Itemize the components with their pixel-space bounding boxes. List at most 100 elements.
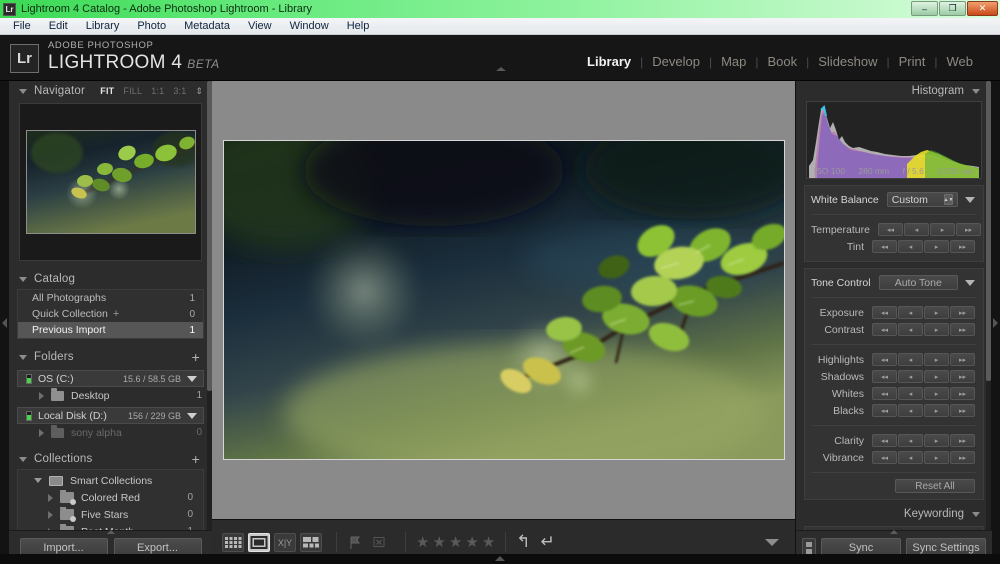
catalog-item-previous-import[interactable]: Previous Import 1 (18, 322, 203, 338)
menu-edit[interactable]: Edit (40, 19, 77, 33)
white-balance-spinner-icon[interactable]: ▲▼ (944, 194, 953, 205)
folders-header[interactable]: Folders + (9, 347, 212, 367)
whites-left-button[interactable]: ◂ (898, 387, 923, 400)
right-panel-footer-handle-icon[interactable] (889, 530, 899, 535)
shadows-left-button[interactable]: ◂ (898, 370, 923, 383)
module-library[interactable]: Library (578, 54, 640, 69)
highlights-far-left-button[interactable]: ◂◂ (872, 353, 897, 366)
module-web[interactable]: Web (938, 54, 983, 69)
disclosure-triangle-icon[interactable] (19, 88, 27, 94)
rotate-right-icon[interactable]: ↵ (541, 532, 555, 552)
right-panel-collapse-arrow-icon[interactable] (991, 81, 1000, 564)
histogram-header[interactable]: Histogram (796, 81, 992, 101)
quick-collection-plus-icon[interactable]: + (113, 308, 119, 320)
contrast-left-button[interactable]: ◂ (898, 323, 923, 336)
navigator-header[interactable]: Navigator FIT FILL 1:1 3:1 ⇕ (9, 81, 212, 101)
drive-chevron-down-icon[interactable] (187, 412, 197, 419)
blacks-right-button[interactable]: ▸ (924, 404, 949, 417)
exposure-right-button[interactable]: ▸ (924, 306, 949, 319)
menu-view[interactable]: View (239, 19, 281, 33)
shadows-right-button[interactable]: ▸ (924, 370, 949, 383)
collection-item-colored-red[interactable]: Colored Red 0 (18, 489, 203, 506)
highlights-far-right-button[interactable]: ▸▸ (950, 353, 975, 366)
contrast-right-button[interactable]: ▸ (924, 323, 949, 336)
star-4[interactable]: ★ (465, 533, 478, 551)
rotate-left-icon[interactable]: ↰ (516, 532, 530, 552)
menu-library[interactable]: Library (77, 19, 129, 33)
vibrance-left-button[interactable]: ◂ (898, 451, 923, 464)
compare-view-icon[interactable]: X|Y (274, 532, 296, 552)
disclosure-arrow-icon[interactable] (39, 428, 44, 437)
disclosure-triangle-icon[interactable] (19, 354, 27, 360)
temperature-left-button[interactable]: ◂ (903, 223, 929, 236)
reset-all-button[interactable]: Reset All (895, 479, 975, 493)
right-panel-scrollbar-thumb[interactable] (986, 81, 991, 381)
maximize-button[interactable]: ❐ (939, 1, 966, 16)
grid-view-icon[interactable] (222, 532, 244, 552)
catalog-item-quick-collection[interactable]: Quick Collection + 0 (18, 306, 203, 322)
zoom-1-1[interactable]: 1:1 (151, 86, 164, 96)
highlights-left-button[interactable]: ◂ (898, 353, 923, 366)
vibrance-right-button[interactable]: ▸ (924, 451, 949, 464)
catalog-header[interactable]: Catalog (9, 269, 212, 289)
menu-photo[interactable]: Photo (128, 19, 175, 33)
zoom-stepper-icon[interactable]: ⇕ (195, 86, 202, 97)
exposure-left-button[interactable]: ◂ (898, 306, 923, 319)
exposure-far-left-button[interactable]: ◂◂ (872, 306, 897, 319)
star-1[interactable]: ★ (416, 533, 429, 551)
whites-far-left-button[interactable]: ◂◂ (872, 387, 897, 400)
add-folder-icon[interactable]: + (192, 350, 200, 364)
collection-item-five-stars[interactable]: Five Stars 0 (18, 506, 203, 523)
temperature-far-left-button[interactable]: ◂◂ (877, 223, 903, 236)
loupe-view-icon[interactable] (248, 532, 270, 552)
whites-far-right-button[interactable]: ▸▸ (950, 387, 975, 400)
drive-chevron-down-icon[interactable] (187, 375, 197, 382)
disclosure-triangle-icon[interactable] (972, 511, 980, 517)
star-2[interactable]: ★ (432, 533, 445, 551)
zoom-fill[interactable]: FILL (123, 86, 142, 96)
star-rating-control[interactable]: ★ ★ ★ ★ ★ (416, 533, 495, 551)
left-panel-collapse-arrow-icon[interactable] (0, 81, 9, 564)
disclosure-triangle-icon[interactable] (19, 456, 27, 462)
module-develop[interactable]: Develop (643, 54, 709, 69)
collections-header[interactable]: Collections + (9, 449, 212, 469)
vibrance-far-left-button[interactable]: ◂◂ (872, 451, 897, 464)
flag-reject-icon[interactable] (371, 534, 387, 551)
module-print[interactable]: Print (890, 54, 935, 69)
whites-right-button[interactable]: ▸ (924, 387, 949, 400)
zoom-3-1[interactable]: 3:1 (173, 86, 186, 96)
survey-view-icon[interactable] (300, 532, 322, 552)
tint-left-button[interactable]: ◂ (898, 240, 923, 253)
disclosure-arrow-icon[interactable] (39, 391, 44, 400)
shadows-far-right-button[interactable]: ▸▸ (950, 370, 975, 383)
zoom-fit[interactable]: FIT (100, 86, 114, 96)
collections-group-smart-collections[interactable]: Smart Collections (18, 472, 203, 489)
keywording-header[interactable]: Keywording (796, 504, 992, 524)
highlights-right-button[interactable]: ▸ (924, 353, 949, 366)
star-5[interactable]: ★ (482, 533, 495, 551)
menu-help[interactable]: Help (338, 19, 379, 33)
close-button[interactable]: ✕ (967, 1, 998, 16)
clarity-far-left-button[interactable]: ◂◂ (872, 434, 897, 447)
white-balance-select[interactable]: Custom ▲▼ (886, 192, 958, 207)
blacks-far-right-button[interactable]: ▸▸ (950, 404, 975, 417)
selected-photo[interactable] (223, 141, 784, 459)
exposure-far-right-button[interactable]: ▸▸ (950, 306, 975, 319)
tint-far-right-button[interactable]: ▸▸ (950, 240, 975, 253)
menu-window[interactable]: Window (281, 19, 338, 33)
folder-drive-os-c[interactable]: OS (C:) 15.6 / 58.5 GB (17, 370, 204, 387)
temperature-right-button[interactable]: ▸ (929, 223, 955, 236)
left-panel-footer-handle-icon[interactable] (106, 530, 116, 535)
catalog-item-all-photographs[interactable]: All Photographs 1 (18, 290, 203, 306)
module-slideshow[interactable]: Slideshow (809, 54, 886, 69)
vibrance-far-right-button[interactable]: ▸▸ (950, 451, 975, 464)
navigator-preview[interactable] (19, 103, 202, 261)
clarity-right-button[interactable]: ▸ (924, 434, 949, 447)
loupe-view-stage[interactable] (212, 81, 795, 519)
add-collection-icon[interactable]: + (192, 452, 200, 466)
shadows-far-left-button[interactable]: ◂◂ (872, 370, 897, 383)
histogram-graph[interactable]: ISO 100 280 mm f / 5.6 1/250 sec (806, 101, 982, 179)
disclosure-triangle-icon[interactable] (972, 88, 980, 94)
filmstrip-expand-arrow-icon[interactable] (495, 556, 505, 562)
toolbar-options-chevron-down-icon[interactable] (765, 538, 779, 546)
